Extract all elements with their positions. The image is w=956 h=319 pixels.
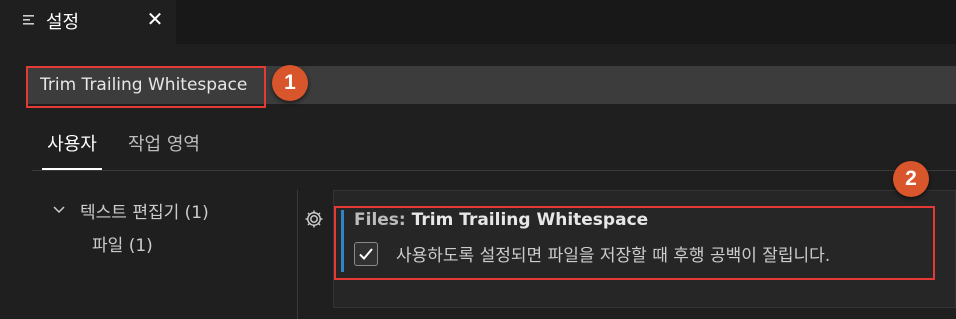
editor-tab-bar: 설정 ✕ [0,0,956,44]
tree-item-count: (1) [128,236,153,256]
callout-badge-1: 1 [272,65,308,101]
callout-box-setting [334,206,935,280]
chevron-down-icon[interactable] [52,202,66,216]
tab-workspace[interactable]: 작업 영역 [128,130,200,168]
tree-item-label: 텍스트 편집기 [80,203,180,223]
sash-divider[interactable] [297,190,298,319]
gear-icon[interactable] [303,208,325,230]
tree-item-text-editor[interactable]: 텍스트 편집기 (1) [80,198,209,223]
callout-badge-2: 2 [893,161,929,197]
settings-list-icon [22,12,36,26]
settings-scope-tabs: 사용자 작업 영역 [32,124,956,171]
tab-user[interactable]: 사용자 [42,130,102,170]
callout-box-search [26,66,266,108]
tab-title: 설정 [46,12,80,33]
tree-item-count: (1) [184,203,209,223]
tab-settings[interactable]: 설정 ✕ [0,0,176,44]
tree-item-files[interactable]: 파일 (1) [92,231,153,256]
close-icon[interactable]: ✕ [146,8,164,30]
tree-item-label: 파일 [92,236,124,256]
